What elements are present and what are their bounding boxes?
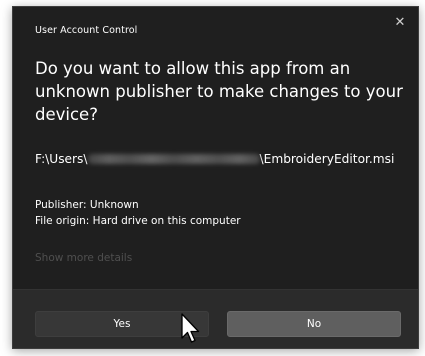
dialog-title: User Account Control (35, 25, 138, 36)
show-more-details-link[interactable]: Show more details (35, 252, 132, 264)
publisher-info: Publisher: Unknown File origin: Hard dri… (35, 197, 241, 229)
file-path-suffix: \EmbroideryEditor.msi (259, 152, 395, 166)
redacted-path-segment (87, 154, 260, 164)
no-button[interactable]: No (227, 311, 401, 337)
file-path: F:\Users\ \EmbroideryEditor.msi (35, 152, 394, 166)
close-icon[interactable]: ✕ (390, 13, 410, 33)
uac-dialog: ✕ User Account Control Do you want to al… (12, 6, 419, 349)
dialog-footer: Yes No (13, 289, 418, 348)
file-origin-label: File origin: Hard drive on this computer (35, 215, 241, 227)
file-path-prefix: F:\Users\ (35, 152, 88, 166)
publisher-label: Publisher: Unknown (35, 199, 139, 211)
consent-question: Do you want to allow this app from an un… (35, 59, 403, 124)
mouse-pointer-icon (181, 313, 200, 343)
